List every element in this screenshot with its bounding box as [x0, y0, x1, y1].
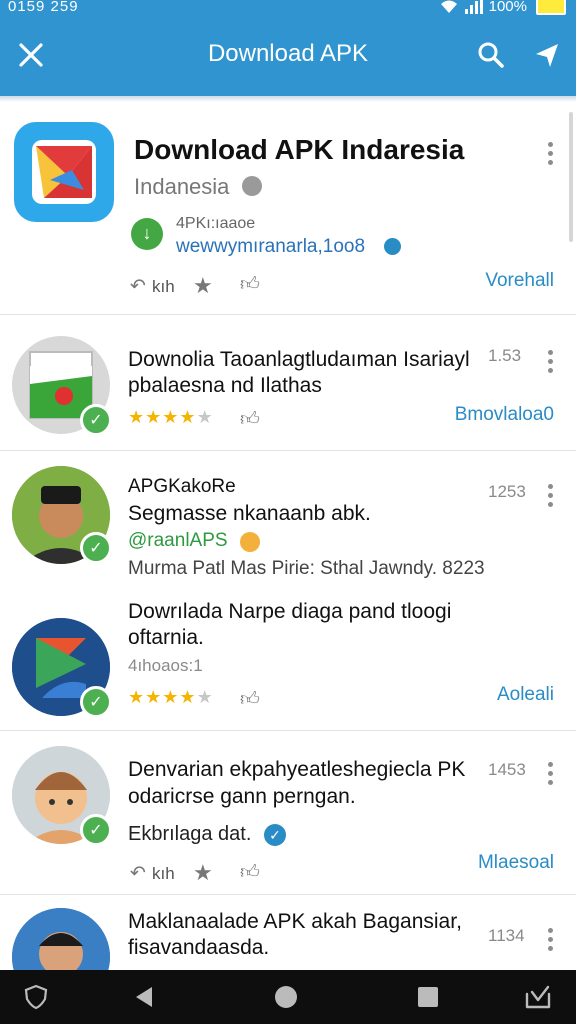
apk-label: 4PKı:ıaaoe [176, 215, 256, 232]
item-time: 1.53 [488, 346, 522, 365]
item-title: Maklanaalade APK akah Bagansiar, [128, 910, 462, 933]
featured-install-button[interactable]: Vorehall [485, 270, 554, 292]
item-action-button[interactable]: Bmovlaloa0 [455, 404, 554, 426]
play-logo-icon [36, 146, 92, 198]
item-time: 1134 [488, 926, 525, 945]
verified-badge-icon: ✓ [80, 686, 112, 718]
thumbs-up-icon[interactable]: 👍︎ [240, 861, 260, 884]
thumbs-up-icon[interactable]: 👍︎ [240, 273, 260, 296]
download-circle-icon: ↓ [131, 218, 163, 250]
item-author: APGKakoRe [128, 476, 236, 497]
share-button[interactable] [530, 38, 564, 72]
verified-badge-icon: ✓ [80, 814, 112, 846]
list-item[interactable]: ✓ Denvarian ekpahyeatleshegiecla PK odar… [0, 732, 576, 894]
verified-icon: ✓ [264, 824, 286, 846]
list-item[interactable]: Maklanaalade APK akah Bagansiar, fisavan… [0, 896, 576, 970]
more-options-button[interactable] [548, 484, 554, 511]
star-filled-icon: ★ [145, 407, 163, 427]
verified-badge-icon: ✓ [80, 532, 112, 564]
divider [0, 314, 576, 315]
verified-icon [384, 238, 401, 255]
recents-square-icon [418, 987, 438, 1007]
list-item[interactable]: ✓ APGKakoRe Segmasse nkanaanb abk. @raan… [0, 452, 576, 730]
status-icons: 100% [439, 0, 566, 15]
item-title: Dowrılada Narpe diaga pand tloogi [128, 600, 452, 623]
star-filled-icon: ★ [128, 687, 146, 707]
more-options-button[interactable] [548, 928, 554, 955]
search-icon [478, 42, 504, 68]
inbox-icon [525, 985, 551, 1009]
battery-icon [536, 0, 566, 15]
shield-button[interactable] [20, 982, 52, 1012]
divider [0, 450, 576, 451]
star-filled-icon: ★ [128, 407, 146, 427]
home-circle-icon [275, 986, 297, 1008]
featured-subtitle: Indanesia [134, 174, 230, 199]
emoji-icon [240, 532, 260, 552]
star-icon[interactable]: ★ [193, 860, 213, 886]
shield-icon [24, 984, 48, 1010]
badge-icon [242, 176, 262, 196]
status-time: 0159 259 [8, 0, 79, 15]
item-description: Murma Patl Mas Pirie: Sthal Jawndy. 8223 [128, 558, 485, 579]
featured-meta: kıh [152, 277, 175, 296]
send-icon [536, 44, 558, 67]
battery-percent: 100% [488, 0, 527, 15]
app-bar: 0159 259 100% Download APK [0, 0, 576, 96]
item-handle[interactable]: @raanlAPS [128, 530, 228, 552]
star-filled-icon: ★ [145, 687, 163, 707]
item-subtitle: fisavandaasda. [128, 936, 270, 959]
item-subtitle: pbalaesna nd Ilathas [128, 374, 322, 397]
item-title: Segmasse nkanaanb abk. [128, 502, 371, 525]
avatar [12, 908, 110, 970]
rating-stars: ★★★★★ [128, 407, 214, 428]
signal-icon [464, 0, 483, 14]
item-action-button[interactable]: Mlaesoal [478, 852, 554, 874]
item-title: Downolia Taoanlagtludaıman Isariayl [128, 348, 470, 371]
reply-icon[interactable]: ↶ [130, 862, 146, 885]
star-empty-icon: ★ [196, 687, 214, 707]
thumbs-up-icon[interactable]: 👍︎ [240, 688, 260, 711]
scrollbar[interactable] [569, 112, 573, 242]
featured-title: Download APK Indaresia [134, 134, 465, 165]
item-time: 1453 [488, 760, 526, 779]
star-empty-icon: ★ [196, 407, 214, 427]
item-title: Denvarian ekpahyeatleshegiecla PK [128, 758, 466, 781]
verified-badge-icon: ✓ [80, 404, 112, 436]
list-item[interactable]: ✓ Downolia Taoanlagtludaıman Isariayl pb… [0, 316, 576, 450]
divider [0, 730, 576, 731]
system-nav-bar [0, 970, 576, 1024]
recents-button[interactable] [412, 982, 444, 1012]
star-filled-icon: ★ [162, 407, 180, 427]
status-bar: 0159 259 100% [0, 0, 576, 22]
item-time: 1253 [488, 482, 526, 501]
featured-url[interactable]: wewwymıranarla,1oo8 [176, 236, 365, 258]
home-button[interactable] [270, 982, 302, 1012]
more-options-button[interactable] [548, 350, 554, 377]
item-meta-left: kıh [152, 864, 175, 883]
star-filled-icon: ★ [179, 687, 197, 707]
item-meta: Ekbrılaga dat. [128, 823, 252, 845]
item-action-button[interactable]: Aoleali [497, 684, 554, 706]
more-options-button[interactable] [548, 142, 554, 169]
thumbs-up-icon[interactable]: 👍︎ [240, 408, 260, 431]
star-icon[interactable]: ★ [193, 273, 213, 299]
item-meta: 4ıhoaos:1 [128, 656, 203, 675]
back-button[interactable] [128, 982, 160, 1012]
more-options-button[interactable] [548, 762, 554, 789]
featured-app-card[interactable]: Download APK Indaresia Indanesia ↓ 4PKı:… [0, 102, 576, 314]
search-button[interactable] [474, 38, 508, 72]
star-filled-icon: ★ [179, 407, 197, 427]
star-filled-icon: ★ [162, 687, 180, 707]
app-icon [14, 122, 114, 222]
reply-icon[interactable]: ↶ [130, 275, 146, 298]
item-subtitle: oftarnia. [128, 626, 204, 649]
person-avatar-icon [12, 908, 110, 970]
item-subtitle: odaricrse gann perngan. [128, 785, 356, 808]
divider [0, 894, 576, 895]
notification-button[interactable] [522, 982, 554, 1012]
back-triangle-icon [136, 987, 152, 1007]
rating-stars: ★★★★★ [128, 687, 214, 708]
wifi-icon [440, 0, 457, 13]
